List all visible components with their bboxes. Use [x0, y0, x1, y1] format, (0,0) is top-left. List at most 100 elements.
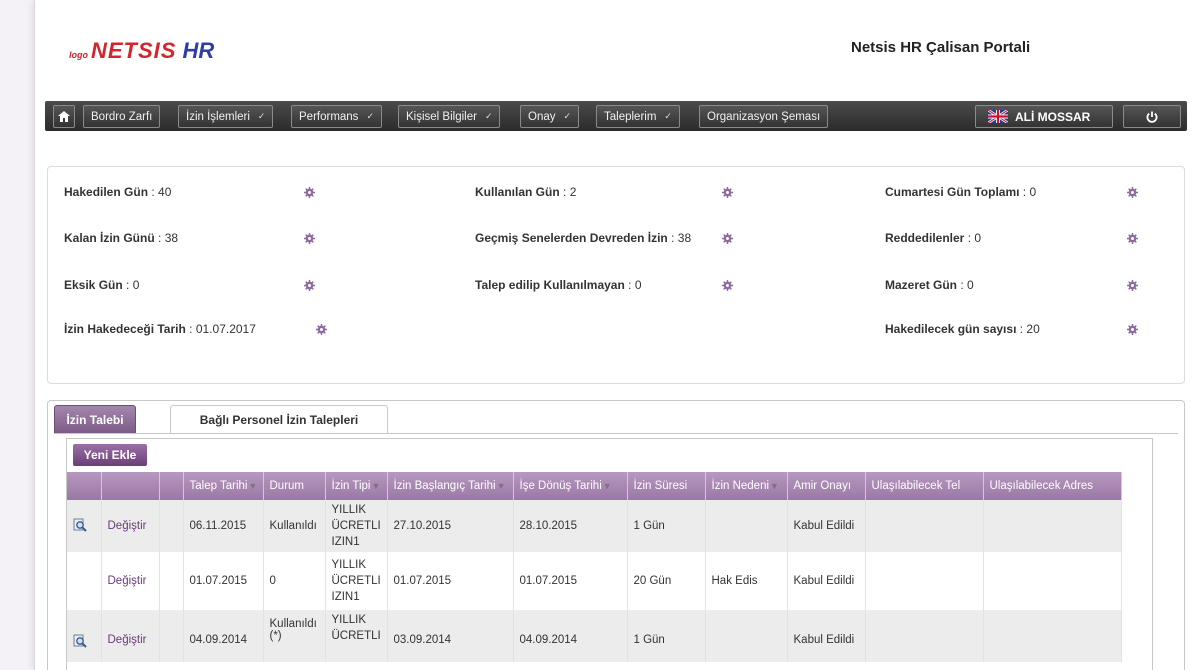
- nav-item-label: Organizasyon Şeması: [707, 110, 821, 123]
- stat-value: 0: [967, 278, 974, 292]
- cell-adres: [983, 610, 1122, 662]
- cell-baslangic: 03.09.2014: [387, 610, 514, 662]
- chevron-down-icon: ✓: [664, 111, 672, 121]
- stat-hakedecegi-tarih: İzin Hakedeceği Tarih : 01.07.2017: [64, 322, 256, 336]
- portal-title: Netsis HR Çalisan Portali: [851, 39, 1031, 56]
- edit-link[interactable]: Değiştir: [101, 610, 160, 662]
- chevron-down-icon: ✓: [366, 111, 374, 121]
- col-header-durum[interactable]: Durum: [263, 472, 326, 500]
- add-new-button[interactable]: Yeni Ekle: [73, 444, 147, 466]
- stat-label: Geçmiş Senelerden Devreden İzin: [475, 231, 668, 245]
- main-navbar: Bordro Zarfı İzin İşlemleri ✓ Performans ✓…: [45, 101, 1187, 131]
- filter-icon[interactable]: ▼: [372, 481, 381, 491]
- view-details-icon[interactable]: [73, 518, 87, 532]
- gear-icon[interactable]: [722, 233, 733, 244]
- col-header-label: İzin Nedeni: [711, 480, 770, 492]
- cell-durum: Kullanıldı: [263, 500, 326, 552]
- stat-kalan-izin: Kalan İzin Günü : 38: [64, 231, 179, 245]
- edit-link[interactable]: Değiştir: [101, 500, 160, 552]
- gear-icon[interactable]: [1127, 280, 1138, 291]
- col-header-adres[interactable]: Ulaşılabilecek Adres: [983, 472, 1122, 500]
- col-header-label: İzin Süresi: [633, 480, 688, 492]
- cell-baslangic: 01.07.2015: [387, 552, 514, 610]
- view-cell: [67, 552, 102, 610]
- edit-link-label: Değiştir: [107, 634, 147, 646]
- col-header-label: Ulaşılabilecek Tel: [871, 480, 961, 492]
- power-icon[interactable]: [1123, 105, 1181, 128]
- tipi-line: IZIN1: [331, 536, 360, 548]
- cell-donus: 28.10.2015: [513, 500, 628, 552]
- nav-item-kisisel-bilgiler[interactable]: Kişisel Bilgiler ✓: [398, 105, 501, 128]
- col-header-neden[interactable]: İzin Nedeni▼: [705, 472, 788, 500]
- table-row: Değiştir 06.11.2015 Kullanıldı YILLIK ÜCR…: [67, 500, 1122, 552]
- nav-item-label: Kişisel Bilgiler: [406, 110, 477, 123]
- nav-item-taleplerim[interactable]: Taleplerim ✓: [596, 105, 680, 128]
- gear-icon[interactable]: [722, 280, 733, 291]
- gear-icon[interactable]: [304, 187, 315, 198]
- view-cell: [67, 610, 102, 662]
- stat-mazeret: Mazeret Gün : 0: [885, 278, 974, 292]
- col-header-baslangic[interactable]: İzin Başlangıç Tarihi▼: [387, 472, 514, 500]
- gear-icon[interactable]: [304, 233, 315, 244]
- netsis-hr-logo[interactable]: logo NETSIS HR: [69, 38, 214, 64]
- col-header-label: Ulaşılabilecek Adres: [989, 480, 1094, 492]
- cell-amir-onayi: Kabul Edildi: [787, 500, 866, 552]
- cell-sure: 20 Gün: [627, 552, 706, 610]
- gear-icon[interactable]: [304, 280, 315, 291]
- leave-summary-panel: Hakedilen Gün : 40 Kullanılan Gün : 2 Cu…: [47, 166, 1185, 384]
- table-header-row: Talep Tarihi▼ Durum İzin Tipi▼ İzin Başl…: [67, 472, 1122, 500]
- cell-tel: [865, 610, 984, 662]
- cell-adres: [983, 552, 1122, 610]
- view-cell: [67, 500, 102, 552]
- user-name: ALİ MOSSAR: [1015, 109, 1091, 124]
- gear-icon[interactable]: [1127, 324, 1138, 335]
- filter-icon[interactable]: ▼: [770, 481, 779, 491]
- cell-neden: [705, 610, 788, 662]
- gear-icon[interactable]: [1127, 187, 1138, 198]
- nav-item-label: Bordro Zarfı: [91, 110, 153, 123]
- col-header-label: İzin Tipi: [331, 480, 371, 492]
- nav-item-performans[interactable]: Performans ✓: [291, 105, 382, 128]
- tipi-line: YILLIK: [331, 614, 367, 626]
- cell-sure: 1 Gün: [627, 610, 706, 662]
- tipi-line: YILLIK: [331, 559, 367, 571]
- gear-icon[interactable]: [316, 324, 327, 335]
- view-details-icon[interactable]: [73, 634, 87, 648]
- edit-link[interactable]: Değiştir: [101, 552, 160, 610]
- col-header-izin-tipi[interactable]: İzin Tipi▼: [325, 472, 388, 500]
- filter-icon[interactable]: ▼: [603, 481, 612, 491]
- col-header-sure[interactable]: İzin Süresi: [627, 472, 706, 500]
- nav-item-izin-islemleri[interactable]: İzin İşlemleri ✓: [178, 105, 274, 128]
- stat-kullanilan-gun: Kullanılan Gün : 2: [475, 185, 577, 199]
- stat-label: Talep edilip Kullanılmayan: [475, 278, 625, 292]
- gear-icon[interactable]: [1127, 233, 1138, 244]
- tab-bagli-personel[interactable]: Bağlı Personel İzin Talepleri: [170, 405, 388, 434]
- cell-izin-tipi: YILLIK ÜCRETLI IZIN1: [325, 552, 388, 610]
- home-icon[interactable]: [53, 105, 75, 128]
- col-header-donus[interactable]: İşe Dönüş Tarihi▼: [513, 472, 628, 500]
- cell-tel: [865, 552, 984, 610]
- nav-item-organizasyon-semasi[interactable]: Organizasyon Şeması: [699, 105, 829, 128]
- gear-icon[interactable]: [722, 187, 733, 198]
- col-header-talep-tarihi[interactable]: Talep Tarihi▼: [183, 472, 264, 500]
- nav-item-bordro-zarfi[interactable]: Bordro Zarfı: [83, 105, 161, 128]
- cell-izin-tipi: YILLIK ÜCRETLI: [325, 610, 388, 662]
- stat-value: 0: [132, 278, 140, 292]
- col-header-amir-onayi[interactable]: Amir Onayı: [787, 472, 866, 500]
- tipi-line: YILLIK: [331, 504, 367, 516]
- col-header: [159, 472, 184, 500]
- cell-amir-onayi: Kabul Edildi: [787, 552, 866, 610]
- empty-cell: [159, 500, 184, 552]
- stat-label: Mazeret Gün: [885, 278, 958, 292]
- stat-label: Reddedilenler: [885, 231, 965, 245]
- tab-izin-talebi[interactable]: İzin Talebi: [54, 405, 136, 434]
- cell-talep-tarihi: 01.07.2015: [183, 552, 264, 610]
- user-menu[interactable]: ALİ MOSSAR: [975, 105, 1113, 128]
- cell-sure: 1 Gün: [627, 500, 706, 552]
- col-header-label: İşe Dönüş Tarihi: [519, 480, 602, 492]
- col-header-tel[interactable]: Ulaşılabilecek Tel: [865, 472, 984, 500]
- filter-icon[interactable]: ▼: [497, 481, 506, 491]
- filter-icon[interactable]: ▼: [248, 481, 257, 491]
- col-header-label: Durum: [269, 480, 305, 492]
- nav-item-onay[interactable]: Onay ✓: [520, 105, 580, 128]
